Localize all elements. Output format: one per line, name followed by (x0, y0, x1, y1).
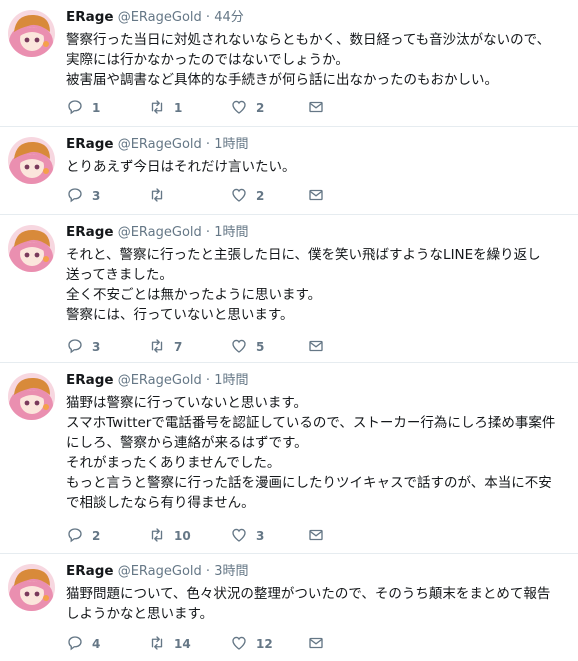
reply-count: 3 (92, 340, 101, 354)
separator-dot: · (205, 564, 211, 579)
retweet-count: 14 (174, 637, 191, 651)
dm-button[interactable] (307, 634, 325, 654)
reply-button[interactable]: 4 (66, 634, 100, 654)
tweet-text: 猫野は警察に行っていないと思います。 スマホTwitterで電話番号を認証してい… (66, 395, 556, 511)
reply-icon (66, 98, 84, 119)
timestamp[interactable]: 1時間 (214, 225, 248, 240)
retweet-button[interactable]: 7 (148, 337, 182, 357)
tweet[interactable]: ERage @ERageGold · 1時間 とりあえず今日はそれだけ言いたい。… (0, 127, 578, 215)
like-button[interactable]: 5 (230, 337, 264, 357)
retweet-count: 7 (174, 340, 183, 354)
like-button[interactable]: 12 (230, 634, 273, 654)
display-name[interactable]: ERage (66, 563, 114, 579)
display-name[interactable]: ERage (66, 224, 114, 240)
like-button[interactable]: 3 (230, 526, 264, 546)
tweet-text: 警察行った当日に対処されないならともかく、数日経っても音沙汰がないので、 実際に… (66, 32, 551, 88)
dm-icon (307, 526, 325, 547)
like-count: 12 (256, 637, 273, 651)
dm-icon (307, 98, 325, 119)
reply-button[interactable]: 1 (66, 98, 100, 118)
like-icon (230, 526, 248, 547)
separator-dot: · (205, 10, 211, 25)
retweet-icon (148, 98, 166, 119)
tweet-text: 猫野問題について、色々状況の整理がついたので、そのうち顛末をまとめて報告 しよう… (66, 586, 551, 622)
avatar[interactable] (8, 373, 55, 420)
like-count: 2 (256, 189, 265, 203)
reply-button[interactable]: 3 (66, 186, 100, 206)
retweet-icon (148, 634, 166, 655)
reply-count: 1 (92, 101, 101, 115)
user-handle[interactable]: @ERageGold (118, 10, 202, 25)
like-button[interactable]: 2 (230, 98, 264, 118)
user-handle[interactable]: @ERageGold (118, 564, 202, 579)
like-icon (230, 337, 248, 358)
tweet[interactable]: ERage @ERageGold · 3時間 猫野問題について、色々状況の整理が… (0, 554, 578, 661)
separator-dot: · (205, 373, 211, 388)
reply-count: 4 (92, 637, 101, 651)
reply-count: 2 (92, 529, 101, 543)
timestamp[interactable]: 1時間 (214, 137, 248, 152)
user-handle[interactable]: @ERageGold (118, 225, 202, 240)
retweet-button[interactable]: 14 (148, 634, 191, 654)
dm-button[interactable] (307, 186, 325, 206)
retweet-icon (148, 526, 166, 547)
reply-button[interactable]: 2 (66, 526, 100, 546)
dm-icon (307, 186, 325, 207)
dm-button[interactable] (307, 526, 325, 546)
reply-icon (66, 526, 84, 547)
retweet-icon (148, 337, 166, 358)
like-count: 2 (256, 101, 265, 115)
display-name[interactable]: ERage (66, 9, 114, 25)
retweet-button[interactable] (148, 186, 174, 206)
timestamp[interactable]: 3時間 (214, 564, 248, 579)
dm-icon (307, 634, 325, 655)
like-icon (230, 634, 248, 655)
timestamp[interactable]: 44分 (214, 10, 244, 25)
avatar[interactable] (8, 564, 55, 611)
separator-dot: · (205, 137, 211, 152)
tweet-text: それと、警察に行ったと主張した日に、僕を笑い飛ばすようなLINEを繰り返し 送っ… (66, 247, 541, 323)
separator-dot: · (205, 225, 211, 240)
tweet[interactable]: ERage @ERageGold · 44分 警察行った当日に対処されないならと… (0, 0, 578, 127)
retweet-button[interactable]: 1 (148, 98, 182, 118)
timestamp[interactable]: 1時間 (214, 373, 248, 388)
avatar[interactable] (8, 10, 55, 57)
dm-icon (307, 337, 325, 358)
avatar[interactable] (8, 225, 55, 272)
like-icon (230, 98, 248, 119)
display-name[interactable]: ERage (66, 372, 114, 388)
retweet-count: 10 (174, 529, 191, 543)
avatar[interactable] (8, 137, 55, 184)
reply-icon (66, 337, 84, 358)
reply-icon (66, 186, 84, 207)
retweet-button[interactable]: 10 (148, 526, 191, 546)
tweet[interactable]: ERage @ERageGold · 1時間 猫野は警察に行っていないと思います… (0, 363, 578, 554)
tweet[interactable]: ERage @ERageGold · 1時間 それと、警察に行ったと主張した日に… (0, 215, 578, 363)
user-handle[interactable]: @ERageGold (118, 373, 202, 388)
retweet-count: 1 (174, 101, 183, 115)
retweet-icon (148, 186, 166, 207)
like-button[interactable]: 2 (230, 186, 264, 206)
like-icon (230, 186, 248, 207)
reply-button[interactable]: 3 (66, 337, 100, 357)
user-handle[interactable]: @ERageGold (118, 137, 202, 152)
dm-button[interactable] (307, 98, 325, 118)
reply-icon (66, 634, 84, 655)
tweet-text: とりあえず今日はそれだけ言いたい。 (66, 159, 296, 175)
display-name[interactable]: ERage (66, 136, 114, 152)
like-count: 3 (256, 529, 265, 543)
reply-count: 3 (92, 189, 101, 203)
dm-button[interactable] (307, 337, 325, 357)
like-count: 5 (256, 340, 265, 354)
